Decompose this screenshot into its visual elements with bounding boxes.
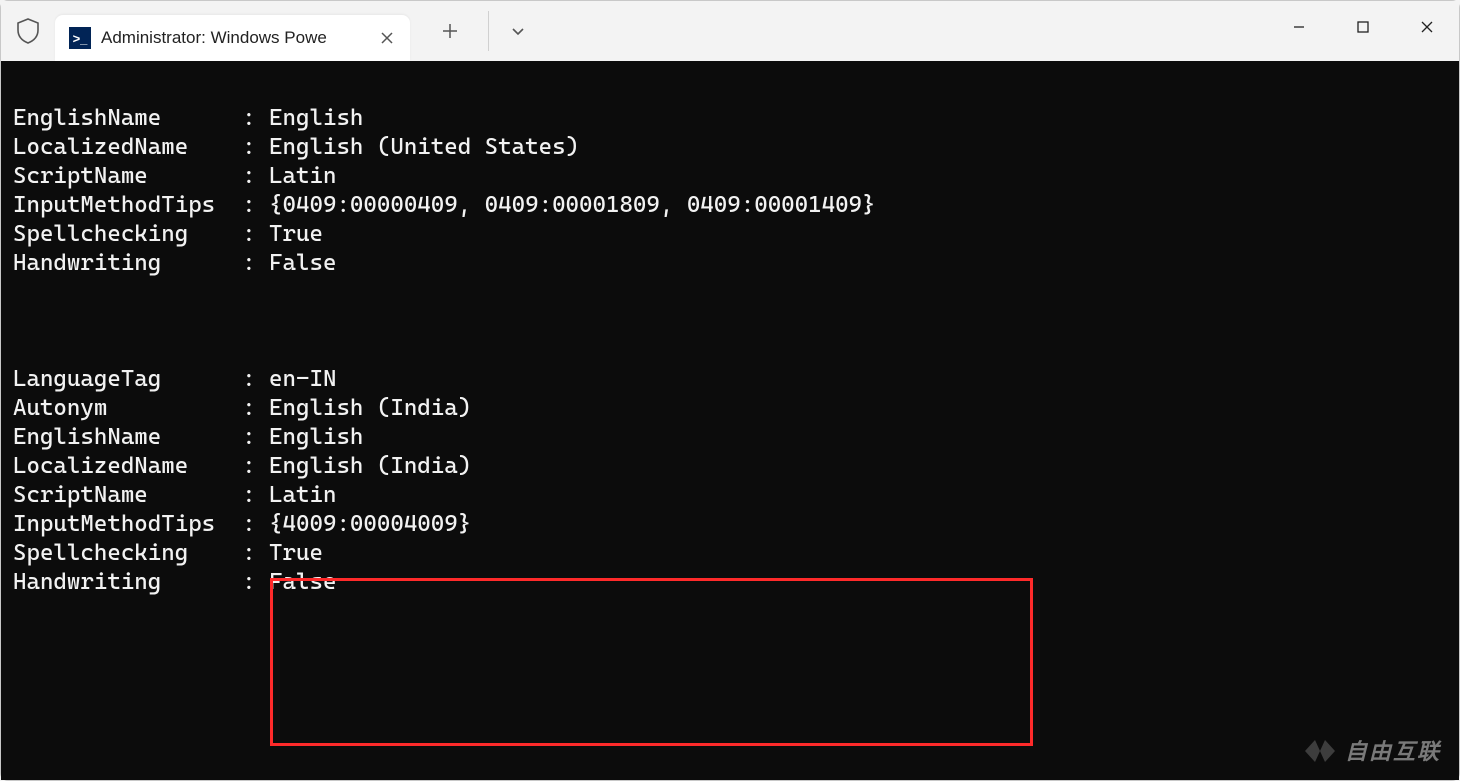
minimize-button[interactable] <box>1267 1 1331 53</box>
tab-dropdown-button[interactable] <box>488 11 528 51</box>
highlight-annotation <box>270 578 1033 746</box>
maximize-button[interactable] <box>1331 1 1395 53</box>
tab-active[interactable]: >_ Administrator: Windows Powe <box>55 15 410 61</box>
close-window-button[interactable] <box>1395 1 1459 53</box>
window-controls <box>1267 1 1459 53</box>
output-block-1: EnglishName : English LocalizedName : En… <box>13 104 1459 278</box>
tab-title: Administrator: Windows Powe <box>101 28 374 48</box>
watermark: 自由互联 <box>1303 736 1441 766</box>
terminal-area[interactable]: EnglishName : English LocalizedName : En… <box>1 61 1459 780</box>
titlebar: >_ Administrator: Windows Powe <box>1 1 1459 61</box>
shield-icon <box>13 16 43 46</box>
close-tab-button[interactable] <box>374 25 400 51</box>
powershell-icon: >_ <box>69 27 91 49</box>
output-block-2: LanguageTag : en-IN Autonym : English (I… <box>13 365 1459 597</box>
new-tab-button[interactable] <box>430 11 470 51</box>
